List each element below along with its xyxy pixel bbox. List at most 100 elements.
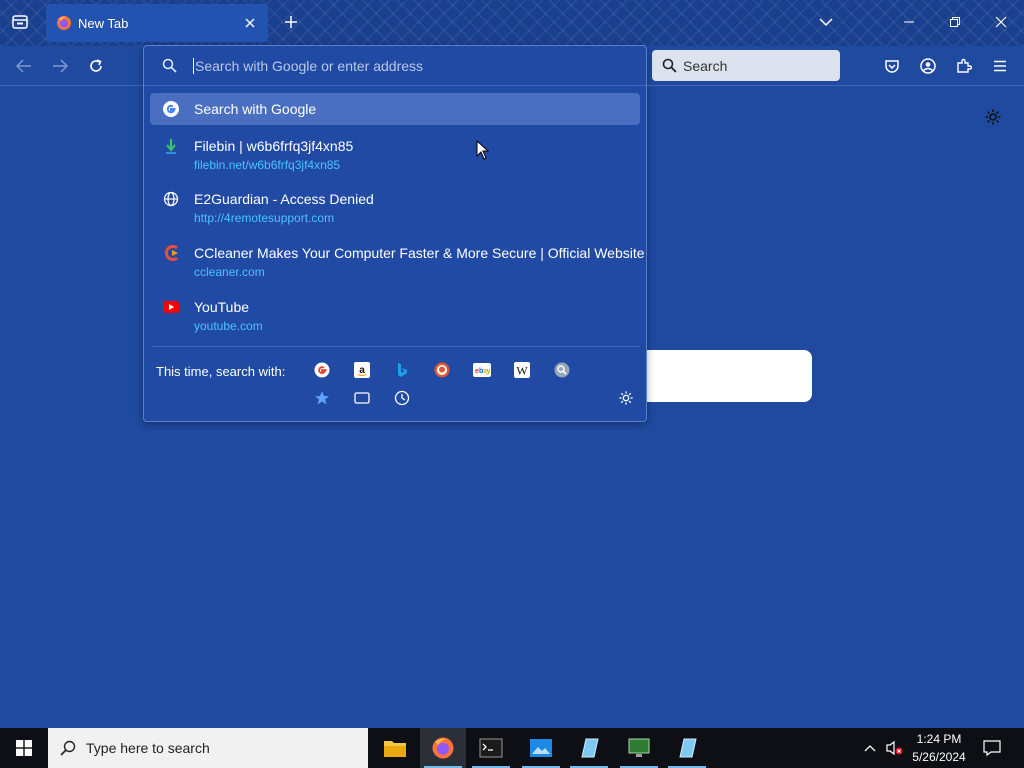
search-engine-icon (554, 362, 570, 378)
svg-text:y: y (487, 368, 491, 375)
taskbar-file-explorer[interactable] (372, 728, 418, 768)
restore-button[interactable] (940, 8, 970, 36)
back-button[interactable] (10, 52, 38, 80)
suggestion-ccleaner[interactable]: CCleaner Makes Your Computer Faster & Mo… (150, 238, 645, 284)
taskbar-search-placeholder: Type here to search (86, 740, 210, 756)
clock-date: 5/26/2024 (912, 750, 966, 764)
show-hidden-icons-button[interactable] (860, 728, 880, 768)
taskbar-firefox[interactable] (420, 728, 466, 768)
amazon-icon: a (354, 362, 370, 378)
window-close-button[interactable] (986, 8, 1016, 36)
start-button[interactable] (0, 728, 48, 768)
arrow-left-icon (16, 59, 31, 73)
taskbar: Type here to search 1:24 PM 5/26/2024 (0, 728, 1024, 768)
taskbar-app-photos[interactable] (518, 728, 564, 768)
folder-icon (384, 741, 406, 757)
image-app-icon (530, 739, 552, 757)
bookmarks-icon (315, 391, 329, 405)
tabs-icon (354, 392, 370, 404)
extensions-button[interactable] (950, 52, 978, 80)
google-engine-button[interactable] (312, 360, 332, 380)
suggestion-url: filebin.net/w6b6frfq3jf4xn85 (194, 158, 341, 172)
list-all-tabs-button[interactable] (812, 8, 840, 36)
tab-title: New Tab (78, 15, 129, 31)
reload-icon (90, 59, 102, 72)
suggestion-search-google[interactable]: Search with Google (150, 93, 640, 125)
search-settings-button[interactable] (616, 388, 636, 408)
svg-text:W: W (516, 364, 528, 378)
search-icon (60, 740, 76, 756)
newtab-search-field[interactable] (630, 350, 812, 402)
search-icon (662, 58, 677, 73)
plus-icon (285, 16, 297, 28)
urlbar-input[interactable]: Search with Google or enter address (144, 46, 646, 86)
svg-text:a: a (359, 365, 365, 376)
tab-close-button[interactable] (238, 11, 262, 35)
urlbar-placeholder: Search with Google or enter address (195, 57, 424, 74)
windows-icon (16, 740, 32, 756)
taskbar-clock[interactable]: 1:24 PM 5/26/2024 (908, 730, 970, 766)
suggestion-title: YouTube (194, 299, 250, 315)
taskbar-terminal[interactable] (468, 728, 514, 768)
taskbar-app-monitor[interactable] (616, 728, 662, 768)
ccleaner-icon (162, 244, 180, 262)
minimize-icon (904, 21, 914, 23)
duckduckgo-engine-button[interactable] (432, 360, 452, 380)
text-cursor (193, 57, 194, 74)
globe-icon (162, 190, 180, 208)
tabs-search-button[interactable] (352, 388, 372, 408)
toolbar-search-box[interactable]: Search (652, 50, 840, 81)
bing-engine-button[interactable] (392, 360, 412, 380)
divider (152, 346, 640, 347)
search-engine-button[interactable] (552, 360, 572, 380)
restore-icon (950, 17, 960, 27)
google-icon (314, 362, 330, 378)
urlbar-dropdown: Search with Google or enter address Sear… (143, 45, 647, 422)
app-menu-button[interactable] (986, 52, 1014, 80)
bookmarks-search-button[interactable] (312, 388, 332, 408)
mouse-pointer-icon (476, 140, 490, 160)
gear-icon (619, 391, 633, 405)
minimize-button[interactable] (894, 8, 924, 36)
new-tab-button[interactable] (278, 8, 304, 36)
suggestion-title: E2Guardian - Access Denied (194, 191, 374, 207)
youtube-icon (162, 298, 180, 316)
firefox-view-icon (12, 15, 28, 29)
notepad-icon (581, 738, 599, 758)
tab-strip: New Tab (0, 0, 1024, 46)
clock-time: 1:24 PM (916, 732, 962, 746)
pocket-icon (885, 60, 899, 73)
forward-button[interactable] (46, 52, 74, 80)
suggestion-filebin[interactable]: Filebin | w6b6frfq3jf4xn85 filebin.net/w… (150, 131, 640, 177)
monitor-icon (628, 738, 650, 757)
gear-icon (985, 109, 1001, 125)
taskbar-search-box[interactable]: Type here to search (48, 728, 368, 768)
newtab-settings-button[interactable] (982, 106, 1004, 128)
amazon-engine-button[interactable]: a (352, 360, 372, 380)
taskbar-app-notepad[interactable] (566, 728, 612, 768)
firefox-view-button[interactable] (6, 8, 34, 36)
ebay-engine-button[interactable]: ebay (472, 360, 492, 380)
chevron-down-icon (819, 18, 833, 27)
toolbar-search-placeholder: Search (683, 57, 728, 74)
account-button[interactable] (914, 52, 942, 80)
close-icon (245, 18, 255, 28)
suggestion-youtube[interactable]: YouTube youtube.com (150, 292, 640, 338)
wikipedia-engine-button[interactable]: W (512, 360, 532, 380)
notepad-icon (679, 738, 697, 758)
firefox-icon (57, 16, 71, 30)
one-off-search-label: This time, search with: (156, 364, 286, 379)
volume-button[interactable] (884, 728, 906, 768)
taskbar-app-notepad-2[interactable] (664, 728, 710, 768)
google-icon (162, 100, 180, 118)
action-center-button[interactable] (980, 728, 1004, 768)
suggestion-e2guardian[interactable]: E2Guardian - Access Denied http://4remot… (150, 184, 640, 230)
chevron-up-icon (864, 745, 876, 752)
pocket-button[interactable] (878, 52, 906, 80)
volume-muted-icon (886, 740, 903, 756)
reload-button[interactable] (82, 52, 110, 80)
suggestion-title: Search with Google (194, 101, 317, 117)
account-icon (920, 58, 936, 74)
tab-new-tab[interactable]: New Tab (46, 4, 268, 42)
history-search-button[interactable] (392, 388, 412, 408)
